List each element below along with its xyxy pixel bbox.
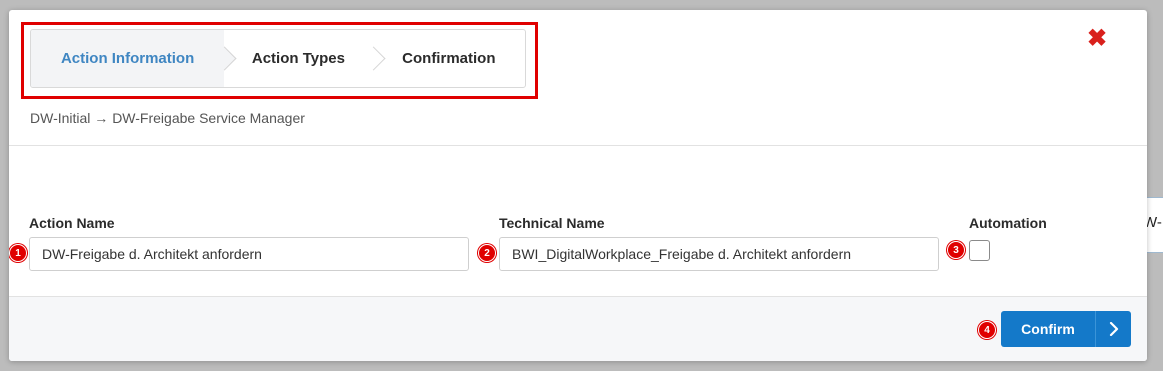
annotation-marker-3: 3 xyxy=(947,241,965,259)
close-icon[interactable]: ✖ xyxy=(1086,27,1108,51)
step-action-information[interactable]: Action Information xyxy=(31,30,237,87)
dialog-header: Action Information Action Types Confirma… xyxy=(9,10,1147,146)
wizard-stepper: Action Information Action Types Confirma… xyxy=(30,29,526,88)
annotation-marker-2: 2 xyxy=(478,244,496,262)
dialog-footer: 4 Confirm xyxy=(9,296,1147,361)
technical-name-input[interactable] xyxy=(499,237,939,271)
action-name-input[interactable] xyxy=(29,237,469,271)
dialog-body: Action Name 1 Technical Name 2 Automatio… xyxy=(9,147,1147,296)
step-action-types[interactable]: Action Types xyxy=(224,30,386,87)
annotation-marker-4: 4 xyxy=(978,321,996,339)
automation-label: Automation xyxy=(969,215,1047,231)
step-label: Action Types xyxy=(251,50,345,67)
step-label: Confirmation xyxy=(402,50,496,67)
action-name-label: Action Name xyxy=(29,215,115,231)
transition-breadcrumb: DW-Initial → DW-Freigabe Service Manager xyxy=(30,110,305,126)
step-label: Action Information xyxy=(60,50,195,67)
chevron-right-icon xyxy=(1095,311,1131,347)
action-dialog: Action Information Action Types Confirma… xyxy=(9,10,1147,361)
confirm-button-label: Confirm xyxy=(1021,321,1075,337)
annotation-marker-1: 1 xyxy=(9,244,27,262)
confirm-button[interactable]: Confirm xyxy=(1001,311,1131,347)
automation-checkbox[interactable] xyxy=(969,240,990,261)
step-confirmation[interactable]: Confirmation xyxy=(373,30,525,87)
technical-name-label: Technical Name xyxy=(499,215,605,231)
